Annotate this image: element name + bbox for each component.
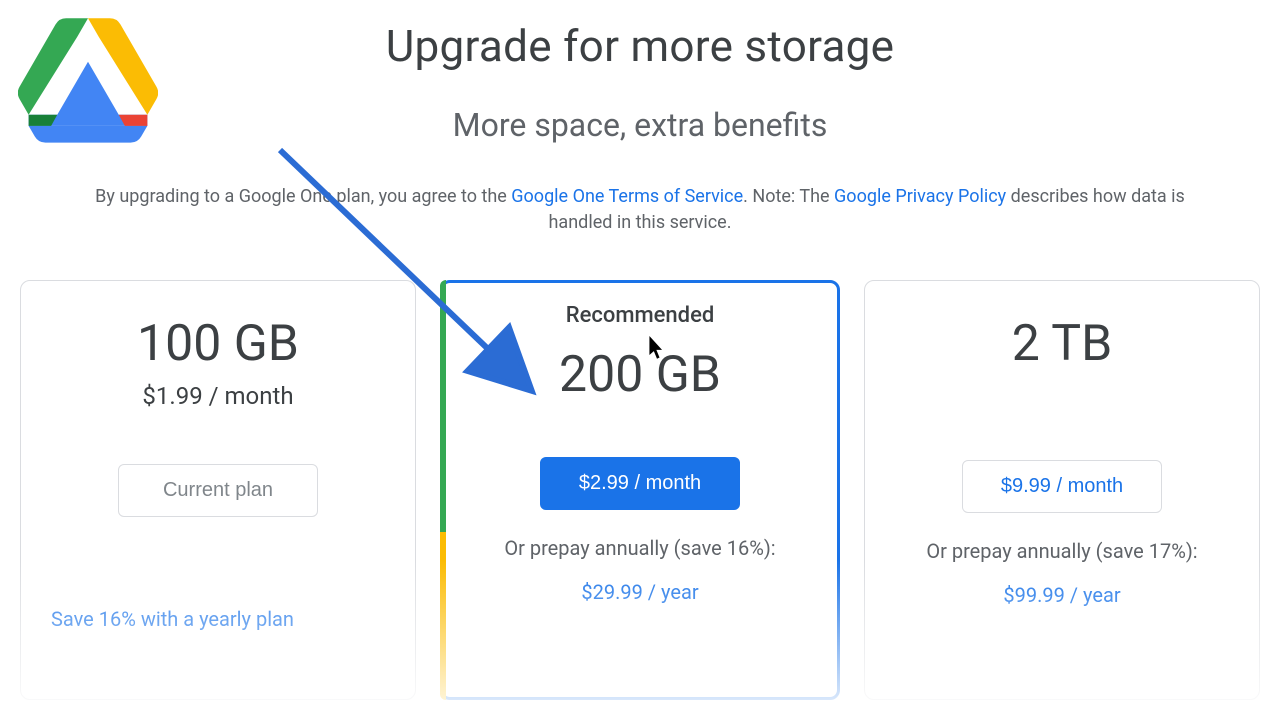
recommended-label: Recommended xyxy=(467,303,813,328)
prepay-text: Or prepay annually (save 17%): xyxy=(889,537,1235,565)
plan-size: 2 TB xyxy=(889,317,1235,372)
plan-size: 100 GB xyxy=(45,317,391,372)
plan-price: $1.99 / month xyxy=(45,382,391,410)
yearly-plan-link[interactable]: Save 16% with a yearly plan xyxy=(45,607,391,631)
plan-2tb: 2 TB $9.99 / month Or prepay annually (s… xyxy=(864,280,1260,700)
plan-100gb: 100 GB $1.99 / month Current plan Save 1… xyxy=(20,280,416,700)
annual-price-link[interactable]: $29.99 / year xyxy=(467,580,813,604)
disclaimer-prefix: By upgrading to a Google One plan, you a… xyxy=(95,186,511,207)
disclaimer-text: By upgrading to a Google One plan, you a… xyxy=(80,184,1200,236)
page-subtitle: More space, extra benefits xyxy=(0,106,1280,144)
plan-size: 200 GB xyxy=(467,348,813,403)
cursor-icon xyxy=(648,336,666,360)
annual-price-link[interactable]: $99.99 / year xyxy=(889,583,1235,607)
plan-200gb: Recommended 200 GB $2.99 / month Or prep… xyxy=(440,280,840,700)
prepay-text: Or prepay annually (save 16%): xyxy=(467,534,813,562)
page-title: Upgrade for more storage xyxy=(0,20,1280,72)
terms-link[interactable]: Google One Terms of Service xyxy=(511,186,743,207)
select-plan-button[interactable]: $9.99 / month xyxy=(962,460,1162,513)
privacy-link[interactable]: Google Privacy Policy xyxy=(834,186,1006,207)
google-drive-icon xyxy=(18,18,158,148)
disclaimer-mid: . Note: The xyxy=(743,186,834,207)
select-plan-button[interactable]: $2.99 / month xyxy=(540,457,740,510)
plans-row: 100 GB $1.99 / month Current plan Save 1… xyxy=(20,280,1260,700)
current-plan-button: Current plan xyxy=(118,464,318,517)
